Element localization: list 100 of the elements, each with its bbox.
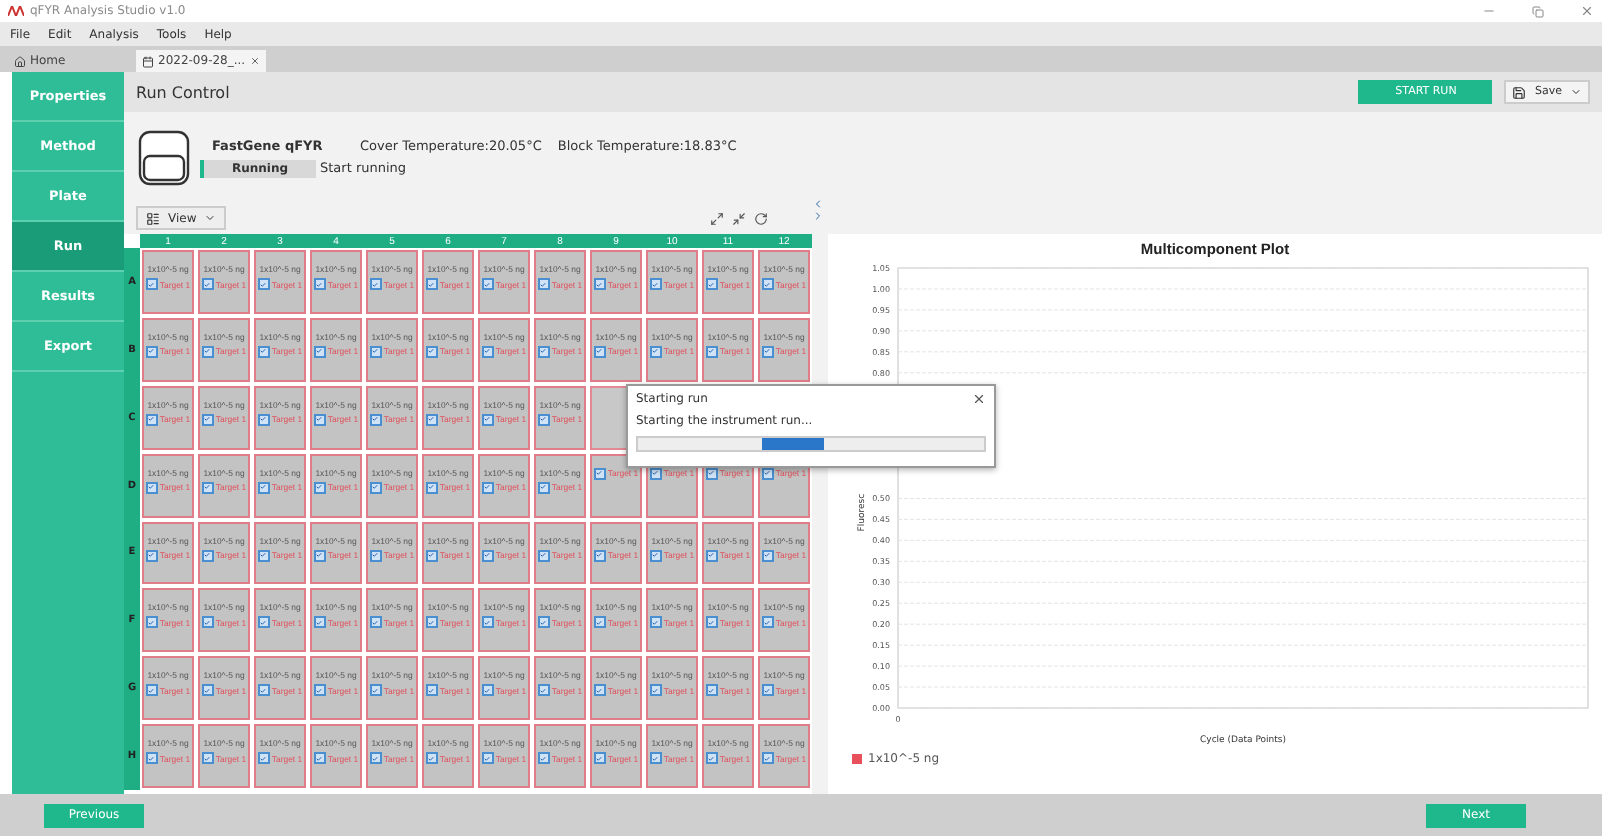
well-checkbox[interactable] — [761, 345, 774, 358]
well-checkbox[interactable] — [257, 278, 270, 290]
list-icon — [146, 211, 160, 225]
well-checkbox[interactable] — [201, 752, 214, 765]
collapse-icon[interactable] — [732, 211, 747, 225]
well-checkbox[interactable] — [537, 549, 550, 561]
well-checkbox[interactable] — [313, 752, 326, 765]
well-checkbox[interactable] — [257, 616, 270, 629]
well-checkbox[interactable] — [649, 549, 662, 561]
well-checkbox[interactable] — [313, 345, 326, 358]
well-checkbox[interactable] — [201, 345, 214, 358]
well-checkbox[interactable] — [537, 684, 550, 697]
well-checkbox[interactable] — [257, 752, 270, 765]
well-checkbox[interactable] — [257, 345, 270, 358]
well-checkbox[interactable] — [369, 278, 382, 290]
well-checkbox[interactable] — [145, 549, 158, 561]
well-checkbox[interactable] — [425, 684, 438, 697]
well-checkbox[interactable] — [761, 684, 774, 697]
well-checkbox[interactable] — [313, 684, 326, 697]
well-checkbox[interactable] — [369, 345, 382, 358]
well-checkbox[interactable] — [425, 345, 438, 358]
well-checkbox[interactable] — [369, 413, 382, 426]
well-checkbox[interactable] — [481, 345, 494, 358]
well-checkbox[interactable] — [369, 752, 382, 765]
well-checkbox[interactable] — [705, 616, 718, 629]
well-checkbox[interactable] — [593, 467, 606, 480]
well-checkbox[interactable] — [145, 752, 158, 765]
well-checkbox[interactable] — [145, 413, 158, 426]
well-checkbox[interactable] — [705, 278, 718, 290]
well-checkbox[interactable] — [593, 616, 606, 629]
well-checkbox[interactable] — [425, 481, 438, 494]
well-checkbox[interactable] — [145, 278, 158, 290]
well-checkbox[interactable] — [649, 345, 662, 358]
well-checkbox[interactable] — [593, 684, 606, 697]
well-checkbox[interactable] — [649, 616, 662, 629]
page-title: Run Control — [136, 83, 232, 101]
well-checkbox[interactable] — [257, 549, 270, 561]
well-checkbox[interactable] — [481, 549, 494, 561]
restore-icon[interactable] — [1532, 5, 1544, 17]
well-checkbox[interactable] — [201, 481, 214, 494]
well-checkbox[interactable] — [705, 684, 718, 697]
well-checkbox[interactable] — [425, 278, 438, 290]
well-checkbox[interactable] — [313, 549, 326, 561]
well-checkbox[interactable] — [145, 616, 158, 629]
well-checkbox[interactable] — [257, 413, 270, 426]
well-checkbox[interactable] — [761, 278, 774, 290]
well-checkbox[interactable] — [201, 549, 214, 561]
well-checkbox[interactable] — [481, 413, 494, 426]
well-checkbox[interactable] — [201, 684, 214, 697]
well-checkbox[interactable] — [369, 684, 382, 697]
well-checkbox[interactable] — [537, 278, 550, 290]
well-checkbox[interactable] — [145, 684, 158, 697]
well-checkbox[interactable] — [145, 345, 158, 358]
well-checkbox[interactable] — [481, 616, 494, 629]
well-checkbox[interactable] — [593, 752, 606, 765]
well-checkbox[interactable] — [257, 481, 270, 494]
well-checkbox[interactable] — [649, 278, 662, 290]
well-checkbox[interactable] — [425, 616, 438, 629]
well-checkbox[interactable] — [201, 413, 214, 426]
well-checkbox[interactable] — [649, 684, 662, 697]
well-checkbox[interactable] — [201, 278, 214, 290]
well-checkbox[interactable] — [425, 752, 438, 765]
well-checkbox[interactable] — [705, 549, 718, 561]
well-checkbox[interactable] — [593, 278, 606, 290]
well-checkbox[interactable] — [593, 549, 606, 561]
well-checkbox[interactable] — [761, 616, 774, 629]
well-checkbox[interactable] — [313, 278, 326, 290]
well-checkbox[interactable] — [313, 481, 326, 494]
close-icon[interactable] — [1580, 4, 1594, 18]
well-checkbox[interactable] — [705, 345, 718, 358]
expand-icon[interactable] — [710, 211, 725, 225]
collapse-left-icon[interactable] — [812, 198, 824, 210]
well-checkbox[interactable] — [649, 752, 662, 765]
well-checkbox[interactable] — [481, 684, 494, 697]
rotate-icon[interactable] — [754, 211, 769, 225]
minimize-icon[interactable] — [1482, 4, 1496, 18]
well-checkbox[interactable] — [369, 481, 382, 494]
well-checkbox[interactable] — [705, 752, 718, 765]
well-checkbox[interactable] — [313, 616, 326, 629]
well-checkbox[interactable] — [313, 413, 326, 426]
well-checkbox[interactable] — [369, 549, 382, 561]
well-checkbox[interactable] — [593, 345, 606, 358]
well-checkbox[interactable] — [761, 549, 774, 561]
well-checkbox[interactable] — [201, 616, 214, 629]
expand-right-icon[interactable] — [812, 210, 824, 222]
well-checkbox[interactable] — [481, 752, 494, 765]
well-checkbox[interactable] — [481, 481, 494, 494]
well-checkbox[interactable] — [369, 616, 382, 629]
well-checkbox[interactable] — [537, 616, 550, 629]
well-checkbox[interactable] — [537, 752, 550, 765]
well-checkbox[interactable] — [481, 278, 494, 290]
well-checkbox[interactable] — [425, 549, 438, 561]
well-checkbox[interactable] — [537, 413, 550, 426]
well-checkbox[interactable] — [257, 684, 270, 697]
well-checkbox[interactable] — [145, 481, 158, 494]
well-checkbox[interactable] — [425, 413, 438, 426]
close-icon[interactable] — [972, 392, 986, 406]
well-checkbox[interactable] — [537, 345, 550, 358]
well-checkbox[interactable] — [537, 481, 550, 494]
well-checkbox[interactable] — [761, 752, 774, 765]
